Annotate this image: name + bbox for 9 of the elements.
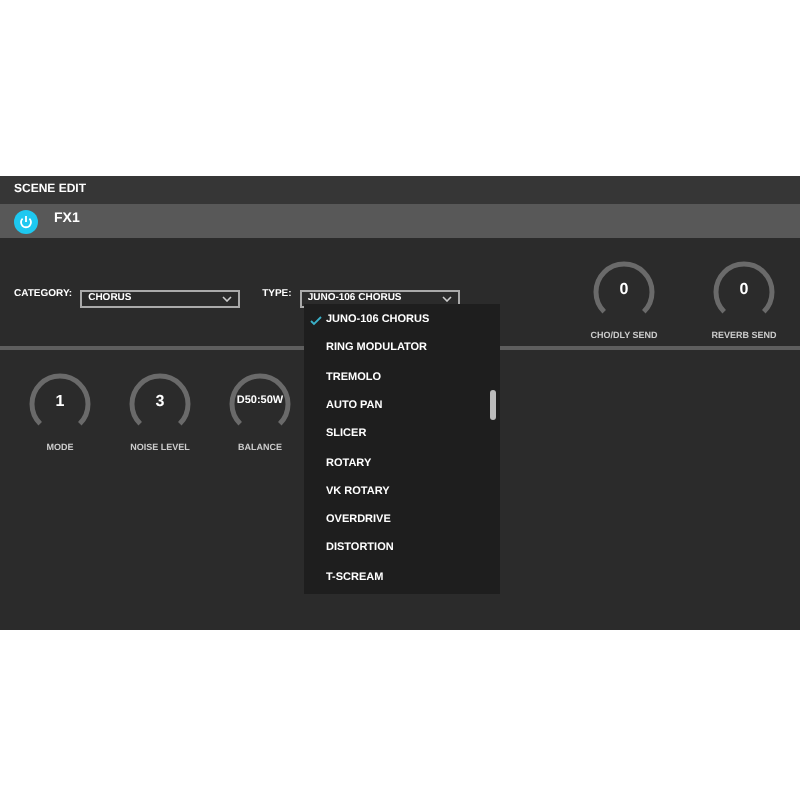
knob-value: 0 xyxy=(619,282,629,298)
knob-value: 3 xyxy=(155,394,165,410)
power-icon[interactable] xyxy=(14,209,38,233)
knob-value: 1 xyxy=(55,394,65,410)
check-icon xyxy=(310,315,322,326)
scrollbar-thumb[interactable] xyxy=(490,390,496,420)
knob-value: 0 xyxy=(739,282,749,298)
chevron-icon xyxy=(441,296,452,302)
chevron-icon xyxy=(222,296,233,302)
